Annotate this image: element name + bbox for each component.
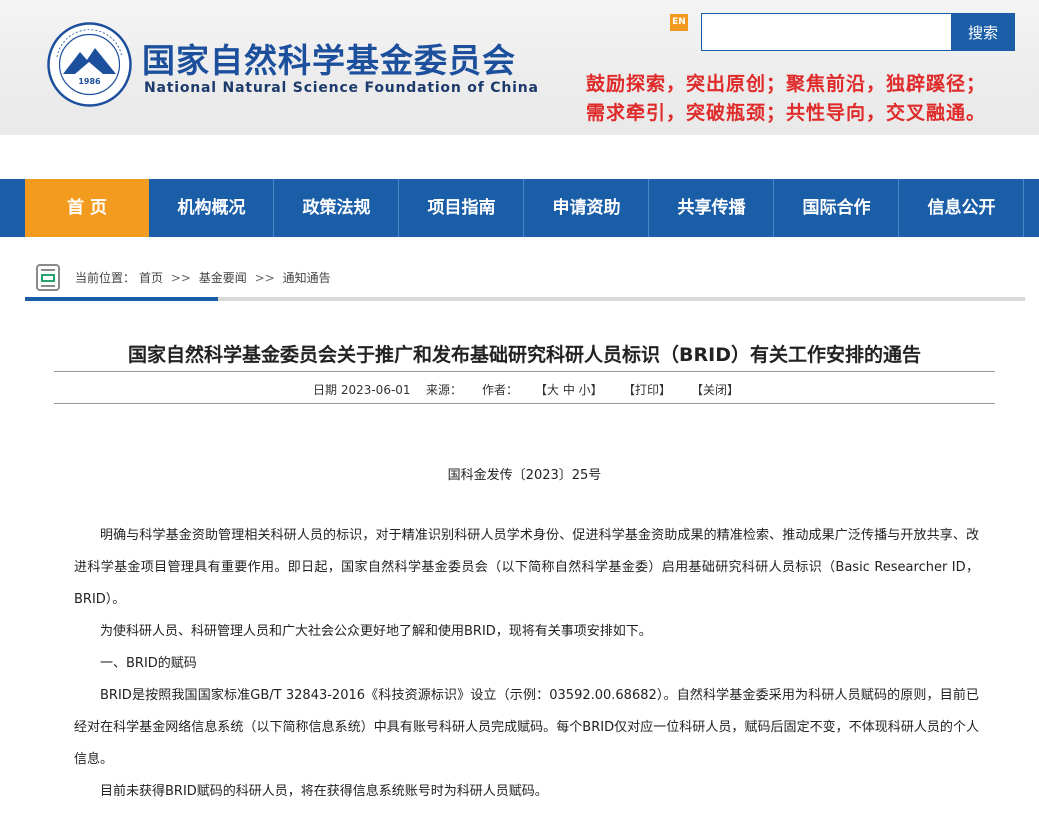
- nsfc-logo[interactable]: 1986: [47, 22, 132, 107]
- article-author: 作者：: [482, 383, 519, 397]
- nav-item-disclosure[interactable]: 信息公开: [900, 179, 1024, 237]
- breadcrumb-separator: >>: [170, 271, 191, 285]
- english-version-link[interactable]: EN: [670, 14, 688, 31]
- breadcrumb-prefix: 当前位置：: [75, 271, 136, 285]
- svg-text:1986: 1986: [78, 77, 101, 86]
- site-title-en: National Natural Science Foundation of C…: [144, 80, 539, 96]
- print-link[interactable]: 【打印】: [623, 381, 671, 398]
- nav-item-about[interactable]: 机构概况: [150, 179, 274, 237]
- breadcrumb-notices[interactable]: 通知通告: [283, 271, 331, 285]
- article-paragraph: 目前未获得BRID赋码的科研人员，将在获得信息系统账号时为科研人员赋码。: [100, 784, 548, 799]
- breadcrumb: 当前位置： 首页 >> 基金要闻 >> 通知通告: [75, 269, 335, 286]
- breadcrumb-home[interactable]: 首页: [139, 271, 163, 285]
- font-size-switch[interactable]: 【大 中 小】: [535, 381, 603, 398]
- nav-item-guide[interactable]: 项目指南: [400, 179, 524, 237]
- slogan-line-2: 需求牵引，突破瓶颈；共性导向，交叉融通。: [586, 102, 987, 124]
- document-number: 国科金发传〔2023〕25号: [447, 468, 602, 483]
- article-paragraph: 明确与科学基金资助管理相关科研人员的标识，对于精准识别科研人员学术身份、促进科学…: [74, 528, 979, 607]
- article-source: 来源：: [426, 383, 463, 397]
- article-paragraph: BRID是按照我国国家标准GB/T 32843-2016《科技资源标识》设立（示…: [74, 688, 979, 767]
- title-divider: [54, 371, 995, 372]
- location-icon: [36, 264, 60, 291]
- meta-divider: [54, 403, 995, 404]
- site-title: 国家自然科学基金委员会: [142, 41, 516, 80]
- article-date: 日期 2023-06-01: [313, 383, 411, 397]
- site-header: 1986 国家自然科学基金委员会 National Natural Scienc…: [0, 0, 1039, 135]
- article-title: 国家自然科学基金委员会关于推广和发布基础研究科研人员标识（BRID）有关工作安排…: [128, 344, 921, 366]
- breadcrumb-divider-accent: [25, 297, 218, 301]
- article-section-heading: 一、BRID的赋码: [100, 656, 197, 671]
- nav-item-sharing[interactable]: 共享传播: [650, 179, 774, 237]
- nav-item-international[interactable]: 国际合作: [775, 179, 899, 237]
- article-paragraph: 为使科研人员、科研管理人员和广大社会公众更好地了解和使用BRID，现将有关事项安…: [100, 624, 652, 639]
- nav-item-home[interactable]: 首 页: [25, 179, 149, 237]
- slogan-line-1: 鼓励探索，突出原创；聚焦前沿，独辟蹊径；: [586, 73, 987, 95]
- main-nav: 首 页 机构概况 政策法规 项目指南 申请资助 共享传播 国际合作 信息公开: [0, 179, 1039, 237]
- breadcrumb-separator: >>: [254, 271, 275, 285]
- nav-item-funding[interactable]: 申请资助: [525, 179, 649, 237]
- nav-item-policies[interactable]: 政策法规: [275, 179, 399, 237]
- search-button[interactable]: 搜索: [951, 13, 1015, 51]
- search-input[interactable]: [701, 13, 952, 51]
- breadcrumb-news[interactable]: 基金要闻: [199, 271, 247, 285]
- close-link[interactable]: 【关闭】: [691, 381, 739, 398]
